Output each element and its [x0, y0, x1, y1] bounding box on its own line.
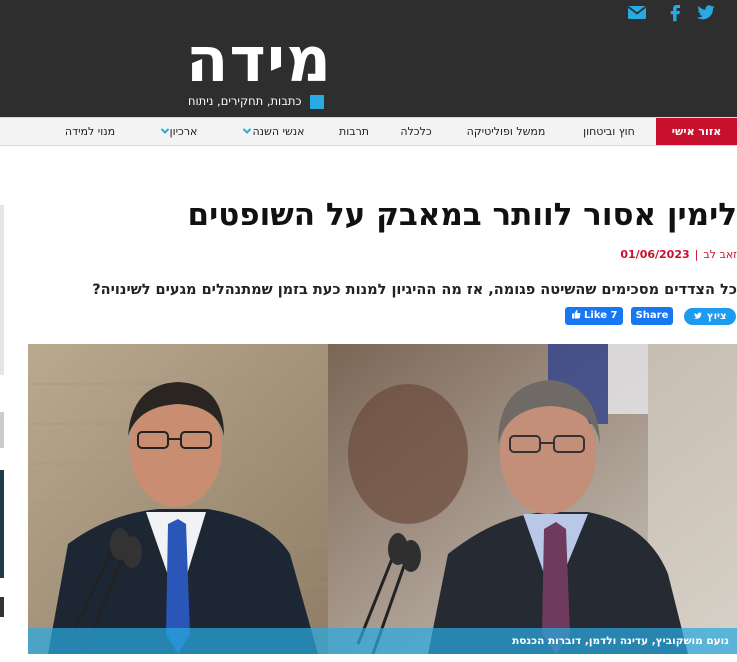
tweet-label: ציוץ	[706, 311, 727, 322]
logo-tagline: כתבות, תחקירים, ניתוח	[188, 94, 302, 108]
author-link[interactable]: זאב לב	[703, 248, 737, 261]
facebook-share-button[interactable]: Share	[631, 307, 673, 325]
share-buttons: Like 7 Share ציוץ	[560, 307, 737, 327]
facebook-icon[interactable]	[668, 2, 682, 22]
article-date: 01/06/2023	[620, 248, 690, 261]
site-logo[interactable]: מידה כתבות, תחקירים, ניתוח	[185, 23, 332, 114]
photo-illustration	[28, 344, 737, 654]
twitter-icon	[694, 312, 703, 319]
byline-separator: |	[694, 248, 699, 261]
nav-item-politics[interactable]: ממשל ופוליטיקה	[458, 118, 554, 145]
article-title: לימין אסור לוותר במאבק על השופטים	[187, 197, 737, 233]
social-links	[626, 2, 734, 22]
nav-item-foreign-security[interactable]: חוץ וביטחון	[574, 118, 644, 145]
photo-caption: נועם מושקוביץ, עדינה ולדמן, דוברות הכנסת	[512, 635, 729, 647]
chevron-down-icon	[242, 119, 252, 134]
nav-item-people-of-year[interactable]: אנשי השנה	[226, 118, 316, 145]
mail-icon[interactable]	[626, 2, 648, 22]
nav-label: מנוי למידה	[64, 125, 116, 138]
nav-label: כלכלה	[400, 125, 432, 138]
like-label: Like	[584, 310, 607, 321]
nav-label: אזור אישי	[671, 125, 722, 138]
sidebar-fragment	[0, 470, 4, 578]
sidebar-fragment	[0, 205, 4, 375]
nav-label: אנשי השנה	[252, 125, 305, 138]
logo-square-icon	[310, 95, 324, 109]
article-photo	[28, 344, 737, 654]
main-nav: אזור אישי חוץ וביטחון ממשל ופוליטיקה כלכ…	[0, 117, 737, 146]
chevron-down-icon	[160, 119, 170, 134]
twitter-icon[interactable]	[696, 2, 716, 22]
article-byline: זאב לב | 01/06/2023	[400, 247, 737, 263]
article-subtitle: כל הצדדים מסכימים שהשיטה פגומה, אז מה הה…	[92, 282, 737, 298]
thumbs-up-icon	[571, 310, 581, 319]
nav-item-economy[interactable]: כלכלה	[392, 118, 440, 145]
photo-caption-bar: נועם מושקוביץ, עדינה ולדמן, דוברות הכנסת	[28, 628, 737, 654]
facebook-like-button[interactable]: Like 7	[565, 307, 623, 325]
like-count: 7	[610, 310, 618, 321]
nav-label: ממשל ופוליטיקה	[466, 125, 546, 138]
sidebar-fragment	[0, 412, 4, 448]
nav-item-subscribe[interactable]: מנוי למידה	[54, 118, 126, 145]
logo-wordmark: מידה	[185, 23, 332, 96]
nav-label: ארכיון	[169, 125, 198, 138]
nav-item-culture[interactable]: תרבות	[332, 118, 376, 145]
nav-item-archive[interactable]: ארכיון	[142, 118, 210, 145]
nav-label: חוץ וביטחון	[583, 125, 635, 138]
site-header: מידה כתבות, תחקירים, ניתוח	[0, 0, 737, 117]
nav-item-personal-area[interactable]: אזור אישי	[656, 118, 737, 145]
sidebar-fragment	[0, 597, 4, 617]
nav-label: תרבות	[338, 125, 370, 138]
tweet-button[interactable]: ציוץ	[684, 308, 736, 325]
